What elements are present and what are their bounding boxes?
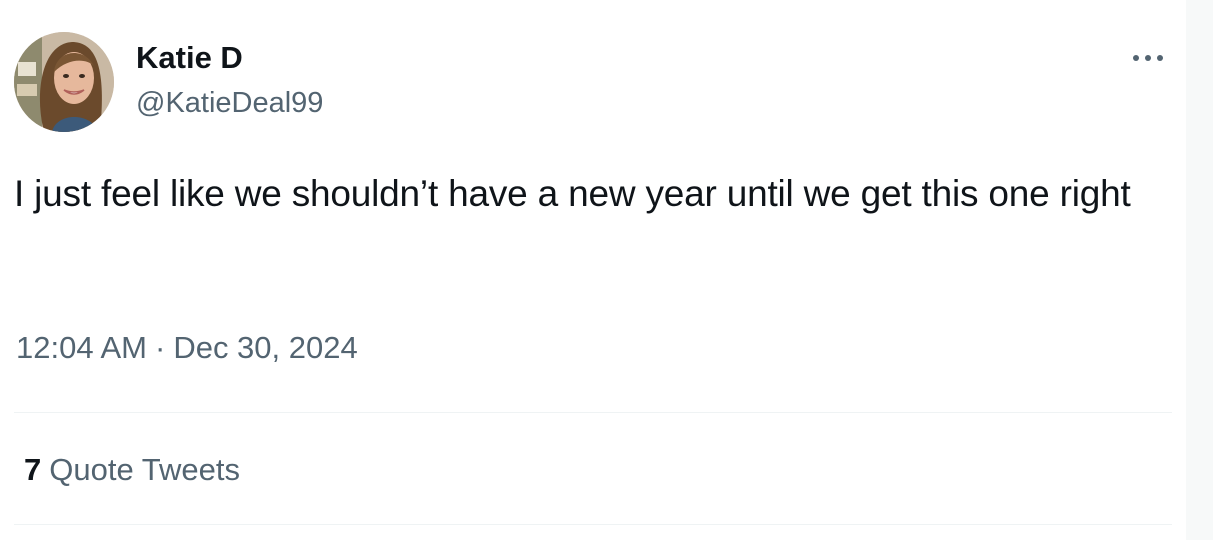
divider: [14, 524, 1172, 525]
author-info: Katie D @KatieDeal99: [136, 38, 323, 122]
display-name[interactable]: Katie D: [136, 38, 323, 78]
meta-separator: ·: [154, 330, 166, 365]
more-options-button[interactable]: [1126, 36, 1170, 76]
tweet-time: 12:04 AM: [16, 330, 147, 365]
divider: [14, 412, 1172, 413]
tweet-header: Katie D @KatieDeal99: [14, 30, 1172, 134]
quote-tweets-link[interactable]: 7 Quote Tweets: [24, 450, 240, 490]
tweet-page: Katie D @KatieDeal99 I just feel like we…: [0, 0, 1213, 540]
user-handle[interactable]: @KatieDeal99: [136, 84, 323, 122]
quote-count: 7: [24, 452, 42, 487]
quote-label: Quote Tweets: [49, 452, 240, 487]
profile-photo: [14, 32, 114, 132]
avatar[interactable]: [14, 32, 114, 132]
tweet-card: Katie D @KatieDeal99 I just feel like we…: [14, 0, 1172, 540]
tweet-text: I just feel like we shouldn’t have a new…: [14, 173, 1131, 214]
right-gutter: [1186, 0, 1213, 540]
tweet-timestamp[interactable]: 12:04 AM · Dec 30, 2024: [16, 328, 358, 368]
tweet-date: Dec 30, 2024: [173, 330, 358, 365]
more-horizontal-icon: [1133, 55, 1163, 61]
